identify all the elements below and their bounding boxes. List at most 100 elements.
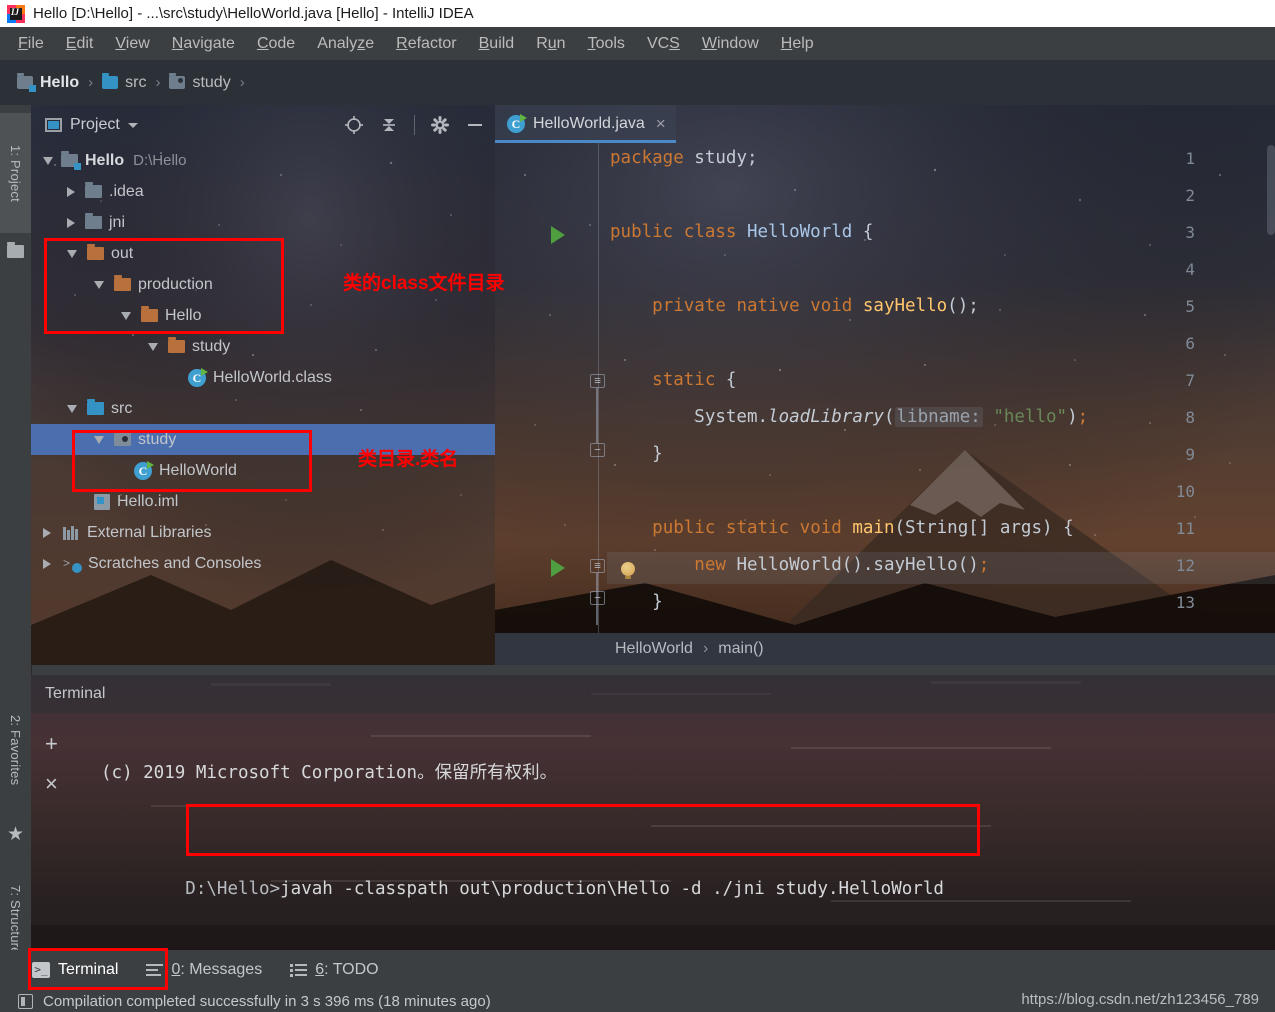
menu-run[interactable]: Run [526, 32, 575, 56]
menu-code[interactable]: Code [247, 32, 305, 56]
breadcrumb-src[interactable]: src [97, 72, 151, 94]
fold-region-start-icon[interactable]: ≡ [590, 559, 605, 573]
module-icon [61, 151, 81, 170]
menu-window[interactable]: Window [692, 32, 769, 56]
breadcrumb-class[interactable]: HelloWorld [615, 640, 693, 658]
line-number: 9 [1185, 445, 1195, 464]
tree-node-label: src [111, 399, 133, 417]
menu-help[interactable]: Help [771, 32, 824, 56]
blue-source-folder-icon [87, 399, 104, 415]
terminal-output[interactable]: (c) 2019 Microsoft Corporation。保留所有权利。 D… [79, 713, 1275, 950]
project-tool-window: Project Hello D:\Hello .idea jni out pro… [31, 105, 495, 665]
code-line-7[interactable]: static { [610, 370, 736, 390]
twisty-down-icon[interactable] [67, 249, 77, 258]
fold-region-end-icon[interactable]: − [590, 443, 605, 457]
tree-node-hello-root[interactable]: Hello D:\Hello [31, 145, 495, 176]
tree-node-out[interactable]: out [31, 238, 495, 269]
line-number: 7 [1185, 371, 1195, 390]
tree-node-study-out[interactable]: study [31, 331, 495, 362]
breadcrumb-method[interactable]: main() [718, 640, 763, 658]
annotation-class-output-dir: 类的class文件目录 [343, 273, 505, 294]
menu-edit[interactable]: Edit [56, 32, 104, 56]
breadcrumb-study[interactable]: study [164, 72, 235, 94]
tree-node-scratches-consoles[interactable]: > Scratches and Consoles [31, 548, 495, 579]
tree-node-src[interactable]: src [31, 393, 495, 424]
code-line-1[interactable]: package study; [610, 148, 758, 168]
java-class-icon: C [507, 114, 527, 133]
menu-navigate[interactable]: Navigate [162, 32, 245, 56]
bottom-tab-messages[interactable]: 0: Messages [132, 957, 276, 983]
terminal-title: Terminal [45, 685, 106, 702]
twisty-down-icon[interactable] [148, 342, 158, 351]
menu-refactor[interactable]: Refactor [386, 32, 466, 56]
collapse-all-icon[interactable] [379, 115, 399, 135]
editor-scrollbar[interactable] [1267, 145, 1275, 235]
code-line-12[interactable]: new HelloWorld().sayHello(); [610, 555, 989, 575]
messages-icon [146, 963, 164, 977]
line-number: 10 [1175, 482, 1195, 501]
tree-node-external-libraries[interactable]: External Libraries [31, 517, 495, 548]
code-text-area[interactable]: 1 2 3 4 5 6 7 8 9 10 11 12 13 ≡ − ≡ − pa… [495, 143, 1275, 633]
tab-helloworld-java[interactable]: C HelloWorld.java × [495, 105, 676, 143]
editor-tab-bar: C HelloWorld.java × [495, 105, 1275, 143]
tree-node-hello-iml[interactable]: Hello.iml [31, 486, 495, 517]
navigation-bar: Hello › src › study › [0, 60, 1275, 105]
code-line-3[interactable]: public class HelloWorld { [610, 222, 873, 242]
new-session-button[interactable]: + [45, 731, 58, 757]
code-line-13[interactable]: } [610, 592, 663, 612]
hide-panel-icon[interactable] [465, 115, 485, 135]
settings-gear-icon[interactable] [430, 115, 450, 135]
line-number: 8 [1185, 408, 1195, 427]
breadcrumb-label: study [192, 73, 231, 91]
project-folder-icon [7, 242, 24, 260]
left-tool-rail: 1: Project 2: Favorites ★ 7: Structure [0, 105, 32, 1012]
code-line-8[interactable]: System.loadLibrary(libname: "hello"); [610, 407, 1088, 427]
twisty-down-icon[interactable] [43, 156, 53, 165]
tree-node-jni[interactable]: jni [31, 207, 495, 238]
code-editor: C HelloWorld.java × 1 2 3 4 5 6 7 8 9 10… [495, 105, 1275, 665]
tree-node-hello-out[interactable]: Hello [31, 300, 495, 331]
chevron-down-icon[interactable] [127, 122, 138, 128]
iml-file-icon [94, 493, 110, 510]
sidebar-item-favorites[interactable]: 2: Favorites [0, 685, 31, 815]
menu-vcs[interactable]: VCS [637, 32, 690, 56]
bottom-tab-terminal[interactable]: >_ Terminal [18, 957, 132, 983]
code-line-11[interactable]: public static void main(String[] args) { [610, 518, 1073, 538]
package-icon [114, 430, 131, 446]
tree-node-label: out [111, 244, 134, 262]
fold-region-start-icon[interactable]: ≡ [590, 374, 605, 388]
twisty-right-icon[interactable] [67, 186, 75, 197]
project-panel-title: Project [70, 116, 120, 133]
fold-region-end-icon[interactable]: − [590, 591, 605, 605]
tree-node-helloworld-class[interactable]: C HelloWorld.class [31, 362, 495, 393]
window-title: Hello [D:\Hello] - ...\src\study\HelloWo… [33, 5, 474, 22]
toolbar-divider [414, 115, 415, 135]
code-line-9[interactable]: } [610, 444, 663, 464]
twisty-right-icon[interactable] [67, 217, 75, 228]
bottom-tab-label: Terminal [58, 961, 119, 978]
twisty-down-icon[interactable] [94, 280, 104, 289]
twisty-down-icon[interactable] [67, 404, 77, 413]
run-main-gutter-icon[interactable] [551, 559, 565, 577]
menu-analyze[interactable]: Analyze [307, 32, 384, 56]
code-line-5[interactable]: private native void sayHello(); [610, 296, 979, 316]
close-session-button[interactable]: × [45, 771, 58, 797]
breadcrumb-hello[interactable]: Hello [12, 72, 84, 94]
menu-view[interactable]: View [105, 32, 159, 56]
line-number: 11 [1175, 519, 1195, 538]
twisty-right-icon[interactable] [43, 527, 51, 538]
locate-icon[interactable] [344, 115, 364, 135]
bottom-tab-todo[interactable]: 6: TODO [276, 957, 392, 983]
twisty-right-icon[interactable] [43, 558, 51, 569]
twisty-down-icon[interactable] [121, 311, 131, 320]
orange-folder-icon [141, 306, 158, 322]
tree-node-idea[interactable]: .idea [31, 176, 495, 207]
menu-tools[interactable]: Tools [578, 32, 635, 56]
menu-file[interactable]: File [8, 32, 54, 56]
twisty-down-icon[interactable] [94, 435, 104, 444]
close-icon[interactable]: × [656, 114, 666, 134]
event-log-icon[interactable] [18, 993, 33, 1009]
run-class-gutter-icon[interactable] [551, 226, 565, 244]
menu-build[interactable]: Build [469, 32, 525, 56]
sidebar-item-project[interactable]: 1: Project [0, 113, 31, 233]
